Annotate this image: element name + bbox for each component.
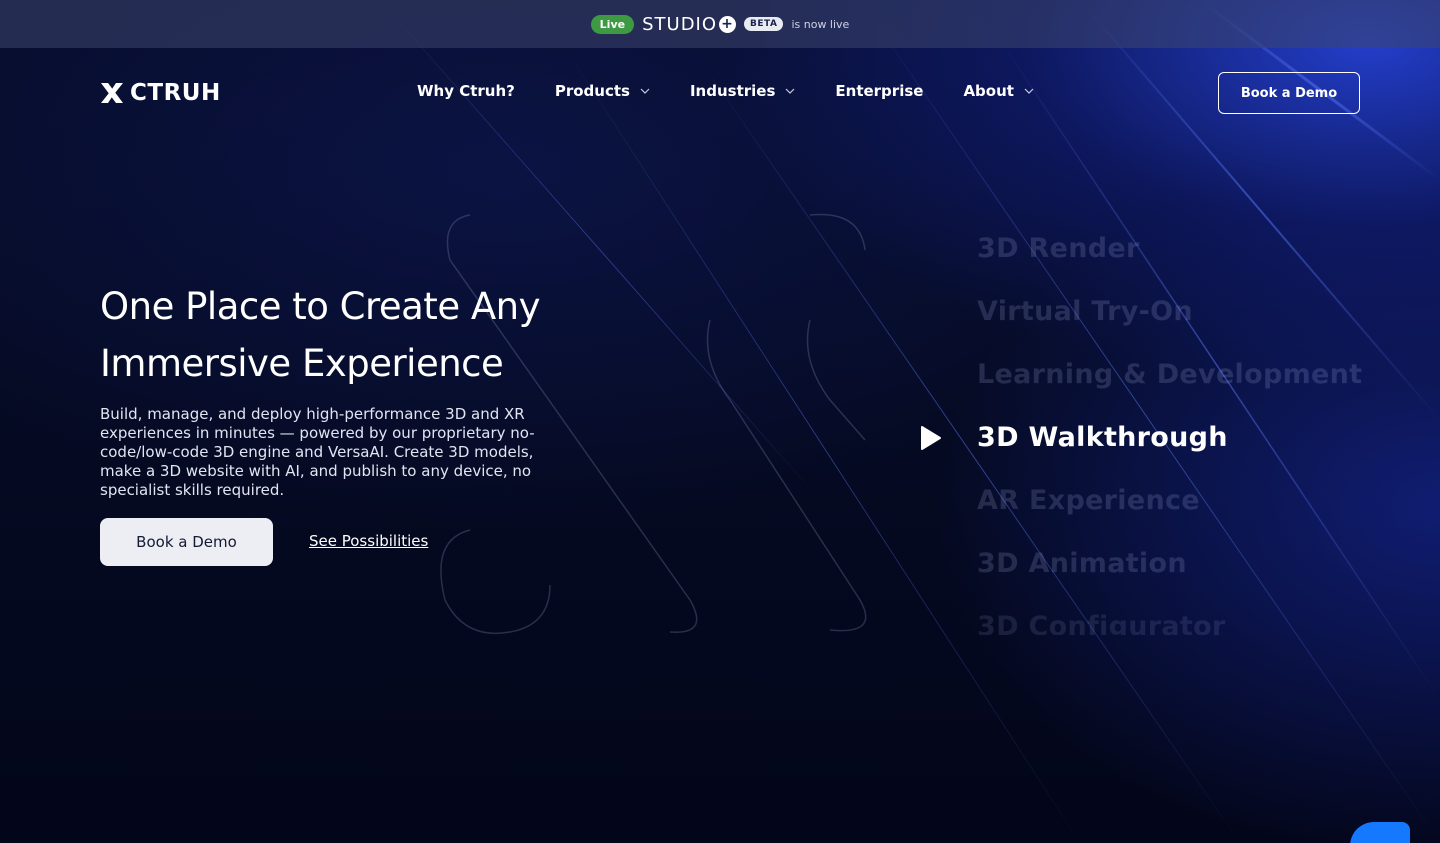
hero-title-line1: One Place to Create Any	[100, 285, 541, 328]
experience-item[interactable]: Learning & Development	[977, 359, 1362, 390]
nav-item-products[interactable]: Products	[555, 82, 650, 100]
nav-item-label: About	[963, 82, 1014, 100]
studio-name: STUDIO	[642, 13, 718, 35]
main-navbar: CTRUH Why Ctruh? Products Industries Ent…	[0, 48, 1440, 138]
nav-item-about[interactable]: About	[963, 82, 1034, 100]
hero-description: Build, manage, and deploy high-performan…	[100, 405, 535, 499]
live-badge: Live	[590, 14, 635, 34]
play-icon[interactable]	[920, 425, 942, 451]
ctruh-logo[interactable]: CTRUH	[100, 80, 221, 106]
see-possibilities-link[interactable]: See Possibilities	[309, 532, 428, 550]
experience-item-active[interactable]: 3D Walkthrough	[977, 422, 1228, 453]
hero-title-line2: Immersive Experience	[100, 342, 504, 385]
experience-item[interactable]: Virtual Try-On	[977, 296, 1193, 327]
nav-book-demo-button[interactable]: Book a Demo	[1218, 72, 1360, 114]
chevron-down-icon	[640, 88, 650, 94]
nav-item-label: Enterprise	[835, 82, 924, 100]
nav-menu: Why Ctruh? Products Industries Enterpris…	[417, 82, 1034, 100]
studio-plus-icon: +	[719, 15, 737, 33]
experience-item[interactable]: 3D Configurator	[977, 611, 1226, 635]
nav-item-why-ctruh[interactable]: Why Ctruh?	[417, 82, 515, 100]
studio-logo: STUDIO +	[642, 13, 737, 35]
experience-item[interactable]: AR Experience	[977, 485, 1200, 516]
beta-badge: BETA	[744, 17, 784, 31]
ctruh-logo-text: CTRUH	[130, 80, 221, 106]
hero-title: One Place to Create Any Immersive Experi…	[100, 278, 660, 392]
hero-book-demo-button[interactable]: Book a Demo	[100, 518, 273, 566]
chevron-down-icon	[785, 88, 795, 94]
nav-item-label: Industries	[689, 82, 776, 100]
announcement-text: is now live	[791, 17, 850, 31]
experience-item[interactable]: 3D Render	[977, 233, 1140, 264]
nav-item-label: Why Ctruh?	[417, 82, 515, 100]
experience-item[interactable]: 3D Animation	[977, 548, 1187, 579]
ctruh-logo-icon	[101, 83, 123, 103]
chevron-down-icon	[1024, 88, 1034, 94]
nav-item-industries[interactable]: Industries	[690, 82, 795, 100]
nav-item-label: Products	[554, 82, 630, 100]
announcement-bar[interactable]: Live STUDIO + BETA is now live	[0, 0, 1440, 48]
nav-item-enterprise[interactable]: Enterprise	[835, 82, 923, 100]
